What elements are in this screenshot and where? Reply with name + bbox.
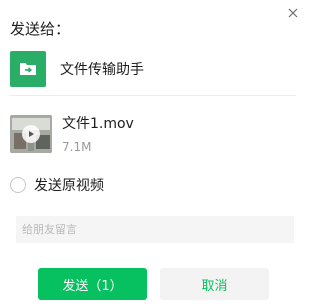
recipient-avatar	[10, 51, 46, 87]
recipient-name: 文件传输助手	[60, 62, 144, 78]
send-original-label: 发送原视频	[34, 178, 104, 194]
send-button[interactable]: 发送（1）	[38, 268, 147, 300]
file-name: 文件1.mov	[62, 116, 134, 132]
dialog-title: 发送给：	[10, 20, 71, 38]
file-item: 文件1.mov 7.1M	[10, 115, 296, 159]
send-original-radio[interactable]	[10, 177, 26, 193]
video-thumbnail	[10, 115, 52, 153]
divider	[10, 95, 296, 96]
file-meta: 文件1.mov 7.1M	[62, 115, 134, 155]
message-input[interactable]	[16, 216, 294, 243]
close-button[interactable]	[285, 5, 301, 21]
send-original-option[interactable]: 发送原视频	[10, 175, 104, 195]
send-dialog: 发送给： 文件传输助手 文件1.mov 7.1M 发送原视频 给朋友留言 发送（…	[0, 0, 309, 307]
cancel-button[interactable]: 取消	[160, 268, 269, 300]
file-size: 7.1M	[62, 140, 92, 154]
file-transfer-icon	[20, 63, 36, 75]
close-icon	[288, 8, 298, 18]
recipient-row: 文件传输助手	[10, 46, 296, 92]
play-icon	[22, 125, 40, 143]
